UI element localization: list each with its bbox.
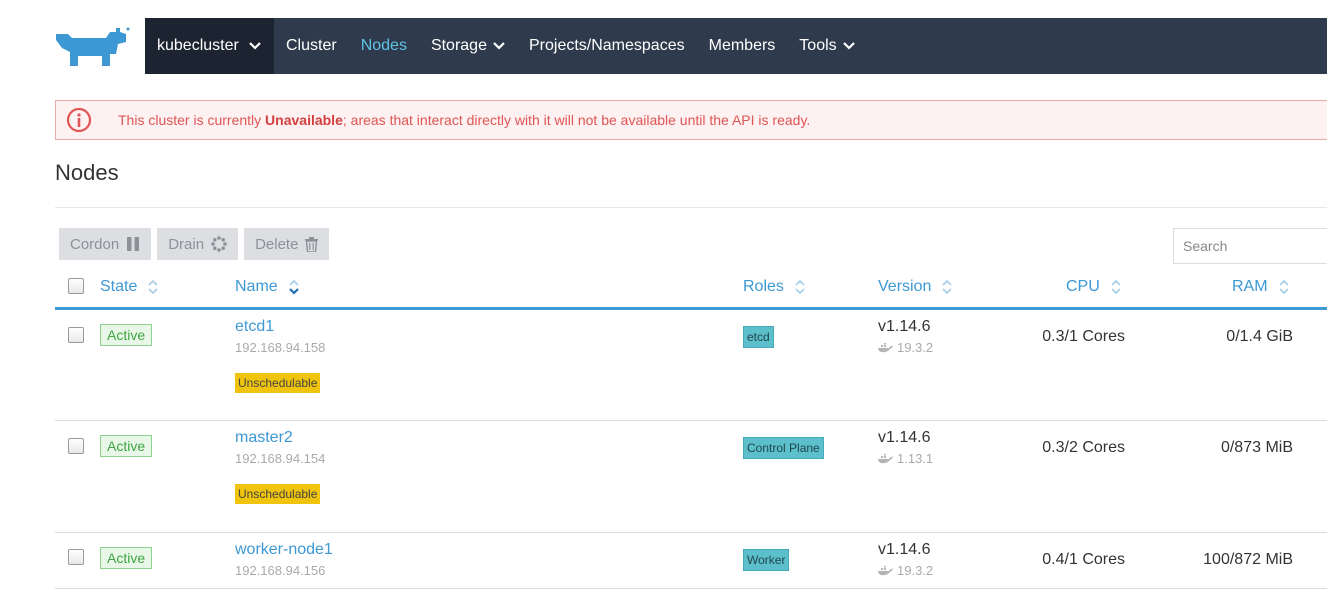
delete-button-label: Delete bbox=[255, 235, 299, 253]
sort-icon bbox=[794, 278, 806, 296]
unschedulable-badge: Unschedulable bbox=[235, 373, 321, 393]
cordon-button[interactable]: Cordon bbox=[59, 228, 152, 260]
role-badge: etcd bbox=[743, 326, 774, 348]
sort-icon bbox=[1110, 278, 1122, 296]
sort-icon bbox=[147, 278, 159, 296]
kubernetes-version: v1.14.6 bbox=[878, 318, 931, 335]
kubernetes-version: v1.14.6 bbox=[878, 541, 931, 558]
unschedulable-badge: Unschedulable bbox=[235, 484, 321, 504]
delete-button[interactable]: Delete bbox=[244, 228, 330, 260]
docker-version: 1.13.1 bbox=[878, 451, 933, 466]
column-header-state-label: State bbox=[100, 278, 138, 295]
row-checkbox[interactable] bbox=[68, 549, 84, 565]
status-badge: Active bbox=[100, 547, 153, 569]
cpu-usage: 0.4/1 Cores bbox=[1042, 551, 1125, 568]
ram-usage: 0/873 MiB bbox=[1220, 439, 1293, 456]
ram-usage: 100/872 MiB bbox=[1203, 551, 1293, 568]
table-header: State Name Roles Version CPU RAM bbox=[55, 272, 1327, 310]
sort-icon bbox=[1278, 278, 1290, 296]
info-circle-icon bbox=[66, 107, 92, 133]
column-header-version-label: Version bbox=[878, 278, 932, 295]
docker-version: 19.3.2 bbox=[878, 563, 933, 578]
rancher-cow-logo-icon[interactable] bbox=[54, 26, 132, 66]
cpu-usage: 0.3/1 Cores bbox=[1042, 328, 1125, 345]
cluster-switcher[interactable]: kubecluster bbox=[145, 18, 274, 74]
status-badge: Active bbox=[100, 435, 153, 457]
docker-whale-icon bbox=[878, 565, 893, 576]
chevron-down-icon bbox=[842, 42, 855, 50]
column-header-ram-label: RAM bbox=[1232, 278, 1268, 295]
nav-storage-label: Storage bbox=[430, 37, 487, 54]
nav-projects-namespaces[interactable]: Projects/Namespaces bbox=[517, 18, 697, 74]
bulk-actions: Cordon Drain Delete bbox=[59, 228, 330, 260]
nav-members-label: Members bbox=[708, 37, 776, 54]
chevron-down-icon bbox=[493, 42, 505, 50]
cluster-switcher-label: kubecluster bbox=[157, 37, 239, 54]
sort-descending-icon bbox=[288, 278, 300, 296]
docker-whale-icon bbox=[878, 453, 893, 464]
page-title: Nodes bbox=[55, 160, 119, 185]
alert-message: This cluster is currently Unavailable; a… bbox=[118, 112, 810, 128]
alert-text-before: This cluster is currently bbox=[118, 112, 266, 128]
column-header-name-label: Name bbox=[235, 278, 278, 295]
cluster-unavailable-alert: This cluster is currently Unavailable; a… bbox=[55, 100, 1327, 140]
nav-cluster-label: Cluster bbox=[286, 37, 337, 54]
search-input[interactable] bbox=[1173, 228, 1327, 264]
spinner-icon bbox=[211, 236, 227, 252]
kubernetes-version: v1.14.6 bbox=[878, 429, 931, 446]
docker-version-label: 19.3.2 bbox=[897, 563, 934, 578]
column-header-version[interactable]: Version bbox=[878, 278, 953, 296]
alert-text-bold: Unavailable bbox=[265, 112, 343, 128]
node-name-link[interactable]: etcd1 bbox=[235, 318, 274, 336]
cpu-usage: 0.3/2 Cores bbox=[1042, 439, 1125, 456]
docker-version-label: 1.13.1 bbox=[897, 451, 934, 466]
nav-tools-label: Tools bbox=[799, 37, 837, 54]
ram-usage: 0/1.4 GiB bbox=[1226, 328, 1293, 345]
trash-icon bbox=[305, 236, 319, 252]
drain-button-label: Drain bbox=[168, 235, 205, 253]
cordon-button-label: Cordon bbox=[70, 235, 120, 253]
docker-version-label: 19.3.2 bbox=[897, 340, 934, 355]
nav-nodes-label: Nodes bbox=[360, 37, 407, 54]
docker-version: 19.3.2 bbox=[878, 340, 933, 355]
status-badge: Active bbox=[100, 324, 153, 346]
column-header-state[interactable]: State bbox=[100, 278, 159, 296]
divider bbox=[55, 207, 1327, 208]
row-checkbox[interactable] bbox=[68, 327, 84, 343]
column-header-name[interactable]: Name bbox=[235, 278, 300, 296]
sort-icon bbox=[941, 278, 953, 296]
node-ip: 192.168.94.156 bbox=[235, 563, 326, 578]
nav-tools[interactable]: Tools bbox=[787, 18, 866, 74]
drain-button[interactable]: Drain bbox=[157, 228, 239, 260]
node-name-link[interactable]: worker-node1 bbox=[235, 541, 333, 559]
row-checkbox[interactable] bbox=[68, 438, 84, 454]
node-ip: 192.168.94.154 bbox=[235, 451, 326, 466]
docker-whale-icon bbox=[878, 342, 893, 353]
pause-icon bbox=[126, 237, 140, 251]
top-bar: kubecluster Cluster Nodes Storage Projec… bbox=[0, 0, 1327, 92]
node-ip: 192.168.94.158 bbox=[235, 340, 326, 355]
table-row[interactable]: Active master2 192.168.94.154 Unschedula… bbox=[55, 421, 1327, 533]
column-header-roles-label: Roles bbox=[743, 278, 784, 295]
nav-cluster[interactable]: Cluster bbox=[274, 18, 349, 74]
main-navbar: kubecluster Cluster Nodes Storage Projec… bbox=[145, 18, 1327, 74]
column-header-cpu-label: CPU bbox=[1066, 278, 1100, 295]
role-badge: Worker bbox=[743, 549, 790, 571]
nav-storage[interactable]: Storage bbox=[419, 18, 517, 74]
column-header-cpu[interactable]: CPU bbox=[1066, 278, 1122, 296]
node-name-link[interactable]: master2 bbox=[235, 429, 293, 447]
chevron-down-icon bbox=[249, 42, 261, 50]
nav-projects-label: Projects/Namespaces bbox=[528, 37, 685, 54]
alert-text-after: ; areas that interact directly with it w… bbox=[342, 112, 811, 128]
table-row[interactable]: Active worker-node1 192.168.94.156 Worke… bbox=[55, 533, 1327, 589]
column-header-ram[interactable]: RAM bbox=[1232, 278, 1290, 296]
select-all-checkbox[interactable] bbox=[68, 278, 84, 294]
nav-nodes[interactable]: Nodes bbox=[349, 18, 419, 74]
nav-members[interactable]: Members bbox=[697, 18, 788, 74]
column-header-roles[interactable]: Roles bbox=[743, 278, 806, 296]
table-row[interactable]: Active etcd1 192.168.94.158 Unschedulabl… bbox=[55, 310, 1327, 421]
role-badge: Control Plane bbox=[743, 437, 824, 459]
